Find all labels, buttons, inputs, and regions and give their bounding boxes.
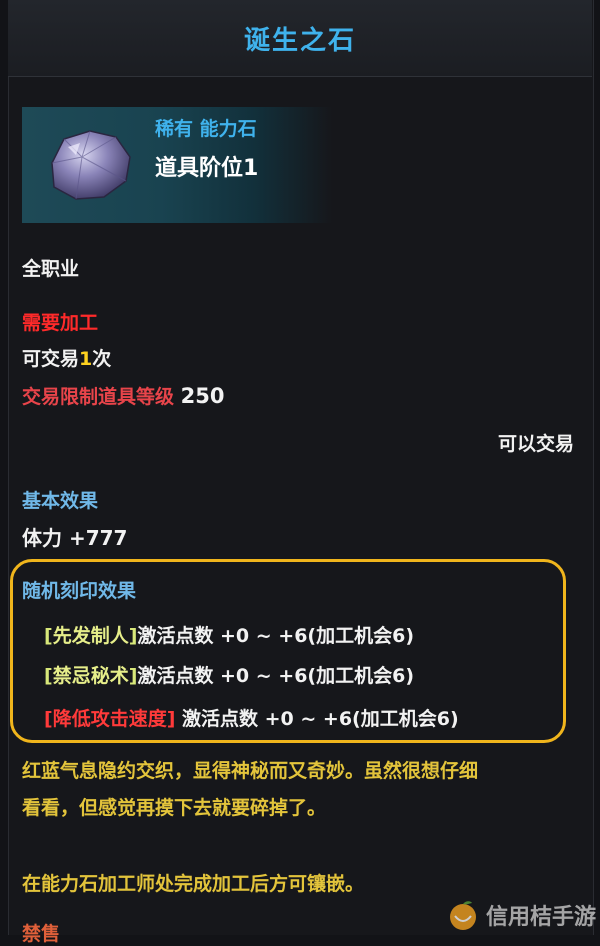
engrave-effect-1: [先发制人]激活点数 +0 ~ +6(加工机会6)	[44, 621, 414, 648]
tradable-count: 可交易1次	[22, 344, 111, 371]
tradable-suffix: 次	[92, 348, 112, 370]
description-line-2: 看看，但感觉再摸下去就要碎掉了。	[22, 797, 327, 819]
tradable-number: 1	[79, 348, 93, 370]
item-rarity: 稀有 能力石	[155, 118, 257, 140]
bracket-open: [	[44, 665, 53, 687]
no-sale-label: 禁售	[22, 923, 61, 945]
watermark-text: 信用桔手游	[485, 904, 596, 930]
engrave-text: 激活点数 +0 ~ +6(加工机会6)	[137, 625, 415, 647]
description-line-3: 在能力石加工师处完成加工后方可镶嵌。	[22, 873, 365, 895]
item-tier: 道具阶位1	[155, 156, 259, 181]
job-restriction: 全职业	[22, 258, 80, 280]
bracket-open: [	[44, 708, 53, 730]
engrave-text: 激活点数 +0 ~ +6(加工机会6)	[137, 665, 415, 687]
trade-limit-label: 交易限制道具等级	[22, 386, 175, 408]
trade-limit: 交易限制道具等级 250	[22, 382, 224, 409]
title-bar: 诞生之石	[8, 0, 592, 77]
random-engrave-header: 随机刻印效果	[22, 580, 137, 602]
can-trade-label: 可以交易	[497, 433, 574, 455]
item-title: 诞生之石	[243, 25, 356, 56]
orange-logo-icon	[449, 901, 476, 930]
basic-effect-header: 基本效果	[22, 490, 99, 512]
ability-stone-icon	[51, 130, 131, 200]
tradable-prefix: 可交易	[22, 348, 80, 370]
trade-limit-value: 250	[180, 384, 225, 408]
bracket-open: [	[44, 625, 53, 647]
description-line-1: 红蓝气息隐约交织，显得神秘而又奇妙。虽然很想仔细	[22, 760, 479, 782]
basic-effect-stat: 体力 +777	[22, 526, 128, 550]
engrave-name: 降低攻击速度	[52, 708, 167, 730]
engrave-effect-3: [降低攻击速度] 激活点数 +0 ~ +6(加工机会6)	[44, 704, 459, 731]
engrave-effect-2: [禁忌秘术]激活点数 +0 ~ +6(加工机会6)	[44, 661, 414, 688]
engrave-name: 禁忌秘术	[52, 665, 129, 687]
engrave-text: 激活点数 +0 ~ +6(加工机会6)	[175, 708, 459, 730]
engrave-name: 先发制人	[52, 625, 129, 647]
requires-processing: 需要加工	[22, 312, 99, 334]
watermark: 信用桔手游	[446, 897, 596, 933]
